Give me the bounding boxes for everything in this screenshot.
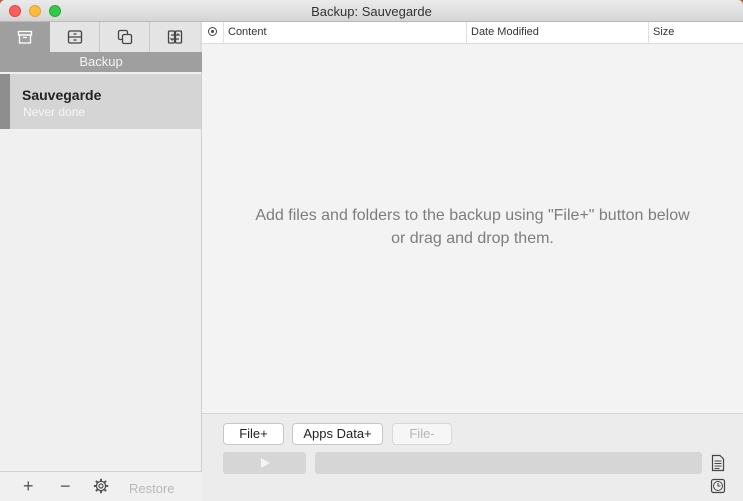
- sidebar-toolbar: + − Restore: [0, 471, 202, 501]
- backup-status: Never done: [23, 105, 86, 119]
- copy-icon: [117, 29, 132, 45]
- file-remove-button[interactable]: File-: [392, 423, 452, 445]
- run-backup-button[interactable]: [223, 452, 306, 474]
- radio-icon: [208, 27, 217, 36]
- remove-backup-button[interactable]: −: [60, 477, 71, 495]
- selection-marker: [0, 74, 10, 129]
- gear-icon: [93, 478, 109, 494]
- column-header-size[interactable]: Size: [649, 22, 743, 43]
- tab-archive[interactable]: [50, 22, 100, 52]
- window-title: Backup: Sauvegarde: [311, 4, 432, 19]
- schedule-clock-icon[interactable]: [710, 478, 726, 494]
- sync-icon: [167, 30, 183, 44]
- empty-state-line-1: Add files and folders to the backup usin…: [255, 207, 690, 224]
- empty-state-line-2: or drag and drop them.: [391, 230, 554, 247]
- table-header: Content Date Modified Size: [202, 22, 743, 44]
- title-bar[interactable]: Backup: Sauvegarde: [0, 0, 743, 22]
- apps-data-add-button[interactable]: Apps Data+: [292, 423, 383, 445]
- log-document-icon[interactable]: [709, 454, 727, 472]
- column-header-content[interactable]: Content: [224, 22, 467, 43]
- action-bar: File+ Apps Data+ File-: [202, 413, 743, 501]
- backup-name: Sauvegarde: [22, 87, 102, 103]
- app-window: Backup: Sauvegarde Backup Sauvegarde Nev…: [0, 0, 743, 501]
- archive-box-icon: [17, 30, 32, 44]
- restore-button[interactable]: Restore: [129, 480, 175, 498]
- column-select-toggle[interactable]: [202, 22, 224, 43]
- drawer-icon: [67, 30, 82, 44]
- backup-list-item[interactable]: Sauvegarde Never done: [0, 74, 201, 129]
- column-header-date-modified[interactable]: Date Modified: [467, 22, 649, 43]
- settings-button[interactable]: [93, 478, 109, 499]
- tab-backup[interactable]: [0, 22, 50, 52]
- main-panel: Content Date Modified Size Add files and…: [202, 22, 743, 501]
- tab-sync[interactable]: [150, 22, 200, 52]
- sidebar: Backup Sauvegarde Never done + − Restore: [0, 22, 202, 501]
- file-add-button[interactable]: File+: [223, 423, 284, 445]
- empty-state-message: Add files and folders to the backup usin…: [202, 204, 743, 250]
- add-backup-button[interactable]: +: [23, 477, 34, 495]
- sidebar-tabs: [0, 22, 202, 52]
- tab-copy[interactable]: [100, 22, 150, 52]
- progress-bar: [315, 452, 702, 474]
- section-label: Backup: [0, 52, 202, 72]
